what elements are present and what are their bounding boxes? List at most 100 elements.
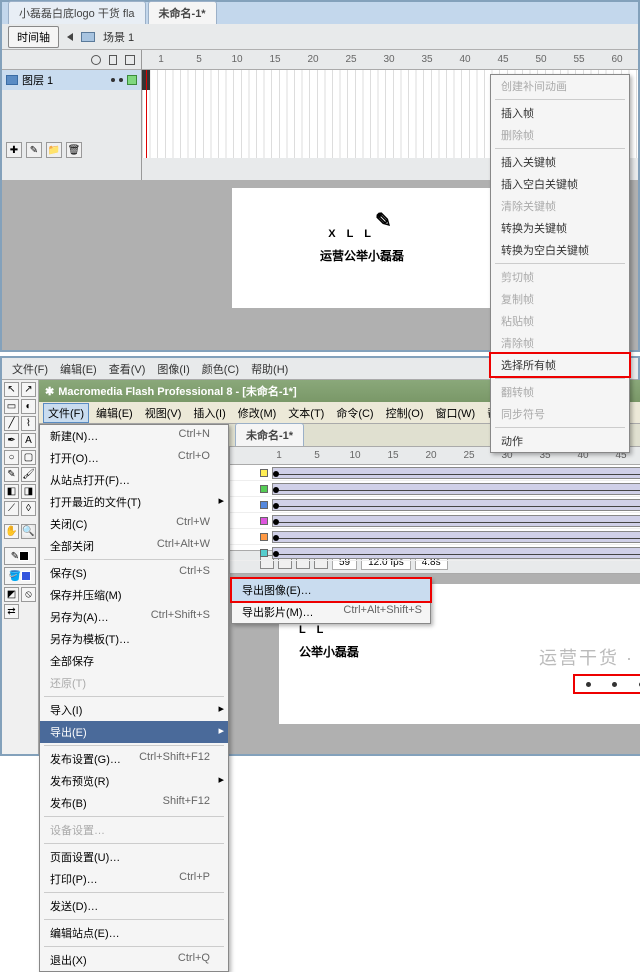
- menu-item[interactable]: 修改(M): [233, 403, 282, 423]
- layer-strip[interactable]: [230, 529, 640, 545]
- menu-item[interactable]: 图像(I): [153, 359, 193, 379]
- add-folder-icon[interactable]: 📁: [46, 142, 62, 158]
- menu-item[interactable]: 文件(F): [8, 359, 52, 379]
- file-menu-item[interactable]: 编辑站点(E)…: [40, 922, 228, 944]
- ctx-insert-frame[interactable]: 插入帧: [491, 102, 629, 124]
- outline-icon[interactable]: [125, 55, 135, 65]
- menu-item[interactable]: 编辑(E): [56, 359, 101, 379]
- file-menu-item[interactable]: 新建(N)…Ctrl+N: [40, 425, 228, 447]
- menu-item[interactable]: 窗口(W): [431, 403, 481, 423]
- eyedropper-icon[interactable]: ⟋: [4, 501, 19, 516]
- file-menu-item[interactable]: 设备设置…: [40, 819, 228, 841]
- tab-untitled[interactable]: 未命名-1*: [148, 1, 217, 24]
- oval-tool-icon[interactable]: ○: [4, 450, 19, 465]
- lock-icon[interactable]: [109, 55, 117, 65]
- ctx-actions[interactable]: 动作: [491, 430, 629, 452]
- timeline-button[interactable]: 时间轴: [8, 26, 59, 48]
- ctx-sync-symbols[interactable]: 同步符号: [491, 403, 629, 425]
- file-menu-item[interactable]: 导入(I): [40, 699, 228, 721]
- menu-item[interactable]: 查看(V): [105, 359, 150, 379]
- file-menu-item[interactable]: 还原(T): [40, 672, 228, 694]
- file-menu-item[interactable]: 发布预览(R): [40, 770, 228, 792]
- ctx-create-tween[interactable]: 创建补间动画: [491, 75, 629, 97]
- default-colors-icon[interactable]: ◩: [4, 587, 19, 602]
- export-submenu-item[interactable]: 导出图像(E)…: [230, 577, 432, 603]
- selection-tool-icon[interactable]: ↖: [4, 382, 19, 397]
- rect-tool-icon[interactable]: ▢: [21, 450, 36, 465]
- ctx-clear-frames[interactable]: 清除帧: [491, 332, 629, 354]
- menu-item[interactable]: 编辑(E): [91, 403, 138, 423]
- file-menu-item[interactable]: 全部关闭Ctrl+Alt+W: [40, 535, 228, 557]
- ctx-insert-blank-keyframe[interactable]: 插入空白关键帧: [491, 173, 629, 195]
- free-transform-icon[interactable]: ▭: [4, 399, 19, 414]
- layer-strip[interactable]: [230, 465, 640, 481]
- outline-swatch[interactable]: [127, 75, 137, 85]
- file-menu-item[interactable]: 打开(O)…Ctrl+O: [40, 447, 228, 469]
- ctx-reverse-frames[interactable]: 翻转帧: [491, 381, 629, 403]
- ctx-insert-keyframe[interactable]: 插入关键帧: [491, 151, 629, 173]
- file-menu-item[interactable]: 保存(S)Ctrl+S: [40, 562, 228, 584]
- no-color-icon[interactable]: ⦸: [21, 587, 36, 602]
- layer-row[interactable]: 图层 1: [2, 70, 141, 90]
- ctx-select-all-frames[interactable]: 选择所有帧: [489, 352, 631, 378]
- menu-item[interactable]: 颜色(C): [198, 359, 243, 379]
- menu-item[interactable]: 插入(I): [188, 403, 230, 423]
- file-menu-item[interactable]: 发送(D)…: [40, 895, 228, 917]
- layer-strip[interactable]: [230, 481, 640, 497]
- pen-tool-icon[interactable]: ✒: [4, 433, 19, 448]
- brush-tool-icon[interactable]: 🖌: [21, 467, 36, 482]
- menu-item[interactable]: 文本(T): [283, 403, 329, 423]
- ctx-delete-frame[interactable]: 删除帧: [491, 124, 629, 146]
- tab-other-doc[interactable]: 小磊磊白底logo 干货 fla: [8, 1, 146, 24]
- ctx-convert-keyframe[interactable]: 转换为关键帧: [491, 217, 629, 239]
- file-menu-item[interactable]: 退出(X)Ctrl+Q: [40, 949, 228, 971]
- menu-item[interactable]: 控制(O): [381, 403, 429, 423]
- lasso-tool-icon[interactable]: ⌇: [21, 416, 36, 431]
- swap-colors-icon[interactable]: ⇄: [4, 604, 19, 619]
- file-menu-item[interactable]: 另存为(A)…Ctrl+Shift+S: [40, 606, 228, 628]
- inkbottle-icon[interactable]: ◧: [4, 484, 19, 499]
- file-menu-item[interactable]: 保存并压缩(M): [40, 584, 228, 606]
- text-tool-icon[interactable]: A: [21, 433, 36, 448]
- ctx-paste-frames[interactable]: 粘贴帧: [491, 310, 629, 332]
- back-arrow-icon[interactable]: [67, 33, 73, 41]
- frames-area-2[interactable]: [230, 465, 640, 551]
- file-menu-item[interactable]: 另存为模板(T)…: [40, 628, 228, 650]
- fill-color-swatch[interactable]: 🪣: [4, 567, 36, 585]
- pencil-tool-icon[interactable]: ✎: [4, 467, 19, 482]
- gradient-tool-icon[interactable]: ◐: [21, 399, 36, 414]
- ctx-clear-keyframe[interactable]: 清除关键帧: [491, 195, 629, 217]
- menu-item[interactable]: 视图(V): [140, 403, 187, 423]
- file-menu-item[interactable]: 打印(P)…Ctrl+P: [40, 868, 228, 890]
- ctx-cut-frames[interactable]: 剪切帧: [491, 266, 629, 288]
- menu-item[interactable]: 命令(C): [331, 403, 378, 423]
- file-menu-item[interactable]: 从站点打开(F)…: [40, 469, 228, 491]
- file-menu-item[interactable]: 打开最近的文件(T): [40, 491, 228, 513]
- visibility-dot[interactable]: [111, 78, 115, 82]
- file-menu-item[interactable]: 发布(B)Shift+F12: [40, 792, 228, 814]
- file-menu-item[interactable]: 发布设置(G)…Ctrl+Shift+F12: [40, 748, 228, 770]
- tab-untitled-2[interactable]: 未命名-1*: [235, 423, 304, 446]
- stroke-color-swatch[interactable]: ✎: [4, 547, 36, 565]
- menu-item[interactable]: 文件(F): [43, 403, 89, 423]
- ctx-copy-frames[interactable]: 复制帧: [491, 288, 629, 310]
- layer-strip[interactable]: [230, 545, 640, 561]
- layer-strip[interactable]: [230, 497, 640, 513]
- menu-item[interactable]: 帮助(H): [247, 359, 292, 379]
- add-guide-icon[interactable]: ✎: [26, 142, 42, 158]
- file-menu-item[interactable]: 全部保存: [40, 650, 228, 672]
- delete-layer-icon[interactable]: 🗑: [66, 142, 82, 158]
- timeline-ruler[interactable]: 15101520253035404550556065: [142, 50, 638, 70]
- paintbucket-icon[interactable]: ◨: [21, 484, 36, 499]
- file-menu-item[interactable]: 导出(E): [40, 721, 228, 743]
- visibility-icon[interactable]: [91, 55, 101, 65]
- add-layer-icon[interactable]: ✚: [6, 142, 22, 158]
- export-submenu-item[interactable]: 导出影片(M)…Ctrl+Alt+Shift+S: [232, 601, 430, 623]
- ctx-convert-blank-keyframe[interactable]: 转换为空白关键帧: [491, 239, 629, 261]
- subselect-tool-icon[interactable]: ↗: [21, 382, 36, 397]
- file-menu-item[interactable]: 关闭(C)Ctrl+W: [40, 513, 228, 535]
- line-tool-icon[interactable]: ╱: [4, 416, 19, 431]
- zoom-tool-icon[interactable]: 🔍: [21, 524, 36, 539]
- layer-strip[interactable]: [230, 513, 640, 529]
- lock-dot[interactable]: [119, 78, 123, 82]
